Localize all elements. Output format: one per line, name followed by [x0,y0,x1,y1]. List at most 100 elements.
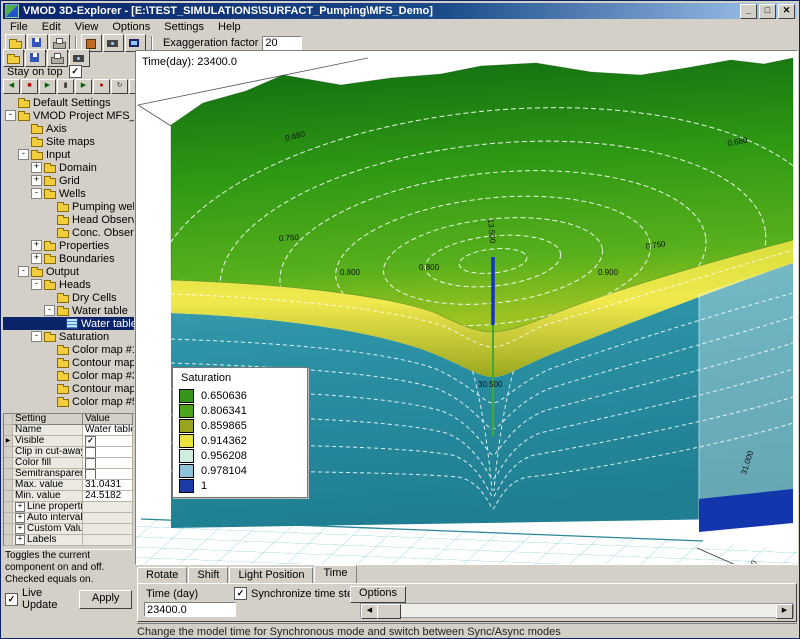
setting-group-custom-values[interactable]: +Custom Values [4,524,134,535]
tree-item-default-settings[interactable]: Default Settings [3,96,134,109]
time-scrollbar[interactable]: ◀ ▶ [360,603,794,618]
semitransparent-checkbox[interactable] [85,469,96,480]
apply-button[interactable]: Apply [79,590,132,609]
capture-button[interactable] [69,49,90,67]
tab-rotate[interactable]: Rotate [137,567,187,583]
scrollbar-thumb[interactable] [377,604,401,619]
tree-item-heads[interactable]: -Heads [3,278,134,291]
tree-item-boundaries[interactable]: +Boundaries [3,252,134,265]
tree-item-output[interactable]: -Output [3,265,134,278]
folder-icon [57,371,69,380]
visible-checkbox[interactable]: ✓ [85,436,96,447]
settings-header: SettingValue [4,414,134,425]
tree-expander-icon[interactable]: - [5,110,16,121]
setting-row-min-value[interactable]: Min. value24.5182 [4,491,134,502]
tree-item-contour-map-2[interactable]: Contour map #2 [3,356,134,369]
synchronize-checkbox[interactable]: ✓ [234,587,247,600]
tree-expander-icon[interactable]: + [31,240,42,251]
record-button[interactable]: ● [93,79,110,94]
minimize-button[interactable]: _ [740,4,757,19]
tree-expander-icon[interactable]: - [44,305,55,316]
setting-row-clip[interactable]: Clip in cut-away [4,447,134,458]
step-forward-button[interactable]: ▶ [75,79,92,94]
step-back-button[interactable]: ◀ [3,79,20,94]
tree-item-head-observations[interactable]: Head Observations [3,213,134,226]
setting-row-visible[interactable]: ▶Visible✓ [4,436,134,447]
tree-item-domain[interactable]: +Domain [3,161,134,174]
menu-options[interactable]: Options [105,20,157,34]
folder-icon [44,163,56,172]
tab-shift[interactable]: Shift [188,567,228,583]
tree-item-water-table[interactable]: -Water table [3,304,134,317]
setting-group-labels[interactable]: +Labels [4,535,134,546]
tree-expander-icon[interactable]: - [18,266,29,277]
tree-item-saturation[interactable]: -Saturation [3,330,134,343]
stop-button[interactable]: ■ [21,79,38,94]
setting-row-name[interactable]: NameWater table [4,425,134,436]
tree-item-axis[interactable]: Axis [3,122,134,135]
print-view-button[interactable] [47,49,68,67]
stay-on-top-checkbox[interactable]: ✓ [69,65,82,78]
tree-item-color-map-1[interactable]: Color map #1 [3,343,134,356]
exaggeration-input[interactable] [262,36,302,51]
live-update-checkbox[interactable]: ✓ [5,593,18,606]
setting-group-auto-intervals[interactable]: +Auto intervals [4,513,134,524]
setting-row-color-fill[interactable]: Color fill [4,458,134,469]
scroll-left-arrow-icon[interactable]: ◀ [361,604,378,619]
tree-item-properties[interactable]: +Properties [3,239,134,252]
menu-file[interactable]: File [3,20,35,34]
setting-row-semitransparent[interactable]: Semitransparent [4,469,134,480]
stay-on-top-row: Stay on top ✓ [3,65,134,78]
legend-row: 0.650636 [179,388,307,403]
menu-help[interactable]: Help [211,20,248,34]
group-expander-icon[interactable]: + [15,524,25,534]
setting-group-line-properties[interactable]: +Line properties [4,502,134,513]
save-project-button[interactable] [25,49,46,67]
tree-item-contour-map-4[interactable]: Contour map #4 [3,382,134,395]
group-expander-icon[interactable]: + [15,535,25,545]
tree-item-project[interactable]: -VMOD Project MFS_Demo [3,109,134,122]
folder-icon [44,189,56,198]
pause-button[interactable]: ▮ [57,79,74,94]
maximize-button[interactable]: □ [759,4,776,19]
open-project-button[interactable] [3,49,24,67]
color-fill-checkbox[interactable] [85,458,96,469]
tree-expander-icon[interactable]: - [31,188,42,199]
group-expander-icon[interactable]: + [15,502,25,512]
tree-item-dry-cells[interactable]: Dry Cells [3,291,134,304]
menu-view[interactable]: View [68,20,106,34]
toolbar-separator [151,36,153,50]
folder-icon [57,202,69,211]
setting-row-max-value[interactable]: Max. value31.0431 [4,480,134,491]
group-expander-icon[interactable]: + [15,513,25,523]
tree-item-wells[interactable]: -Wells [3,187,134,200]
tree-item-input[interactable]: -Input [3,148,134,161]
tree-item-pumping-wells[interactable]: Pumping wells [3,200,134,213]
clip-checkbox[interactable] [85,447,96,458]
menu-settings[interactable]: Settings [157,20,211,34]
tree-expander-icon[interactable]: + [31,162,42,173]
tree-expander-icon[interactable]: + [31,175,42,186]
tree-item-color-map-3[interactable]: Color map #3 [3,369,134,382]
tree-item-conc-observations[interactable]: Conc. Observations [3,226,134,239]
menu-edit[interactable]: Edit [35,20,68,34]
scroll-right-arrow-icon[interactable]: ▶ [776,604,793,619]
loop-button[interactable]: ↻ [111,79,128,94]
close-button[interactable]: ✕ [778,4,795,19]
play-button[interactable]: ▶ [39,79,56,94]
options-button[interactable]: Options [350,586,406,603]
tree-expander-icon[interactable]: - [31,279,42,290]
tree-item-grid[interactable]: +Grid [3,174,134,187]
tree-item-water-table-contour[interactable]: Water table co... [3,317,134,330]
tree-item-color-map-5[interactable]: Color map #5 [3,395,134,408]
tab-time[interactable]: Time [314,565,356,583]
tree-expander-icon[interactable]: - [18,149,29,160]
time-input[interactable] [144,602,236,617]
folder-icon [57,358,69,367]
tree-item-site-maps[interactable]: Site maps [3,135,134,148]
tree-expander-icon[interactable]: + [31,253,42,264]
tree-expander-icon[interactable]: - [31,331,42,342]
tab-light-position[interactable]: Light Position [229,567,313,583]
viewport-time-label: Time(day): 23400.0 [142,56,237,68]
title-bar[interactable]: VMOD 3D-Explorer - [E:\TEST_SIMULATIONS\… [3,3,797,19]
